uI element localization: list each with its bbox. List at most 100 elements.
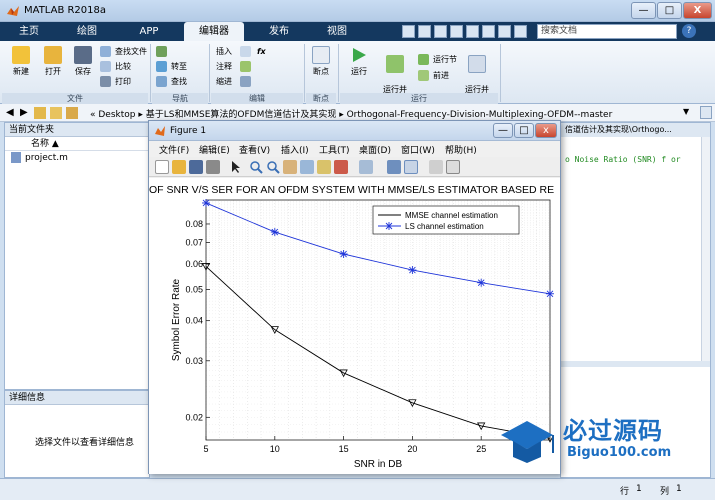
data-point-ls bbox=[408, 266, 417, 275]
back-button[interactable] bbox=[156, 45, 171, 58]
find-button[interactable]: 查找 bbox=[156, 75, 187, 88]
current-path[interactable]: « Desktop ▸ 基于LS和MMSE算法的OFDM信道估计及其实现 ▸ O… bbox=[90, 107, 612, 120]
help-icon[interactable]: ? bbox=[682, 24, 696, 38]
colorbar-icon[interactable] bbox=[387, 160, 401, 174]
hide-tools-icon[interactable] bbox=[429, 160, 443, 174]
figure-minimize-button[interactable]: — bbox=[493, 123, 513, 138]
tab-publish[interactable]: 发布 bbox=[254, 22, 304, 41]
panel-divider[interactable] bbox=[561, 361, 710, 367]
quick-redo-icon[interactable] bbox=[482, 25, 495, 38]
show-tools-icon[interactable] bbox=[446, 160, 460, 174]
goto-button[interactable]: 转至 bbox=[156, 60, 187, 73]
compare-label: 比较 bbox=[115, 62, 131, 71]
tab-editor[interactable]: 编辑器 bbox=[184, 22, 244, 41]
breakpoints-button[interactable]: 断点 bbox=[306, 46, 336, 77]
quick-help-icon[interactable] bbox=[514, 25, 527, 38]
save-figure-icon[interactable] bbox=[189, 160, 203, 174]
quick-switch-icon[interactable] bbox=[498, 25, 511, 38]
quick-paste-icon[interactable] bbox=[450, 25, 463, 38]
find-files-icon bbox=[100, 46, 111, 57]
quick-save-icon[interactable] bbox=[402, 25, 415, 38]
run-group-label: 运行 bbox=[340, 93, 498, 104]
zoom-in-icon[interactable] bbox=[249, 160, 263, 174]
new-figure-icon[interactable] bbox=[155, 160, 169, 174]
editor-ribbon: 新建 打开 保存 查找文件 比较 打印 文件 转至 查找 导航 插入 注释 缩进… bbox=[0, 41, 715, 105]
find-files-button[interactable]: 查找文件 bbox=[100, 45, 147, 58]
up-folder-icon[interactable] bbox=[34, 107, 46, 119]
zoom-out-icon[interactable] bbox=[266, 160, 280, 174]
ribbon-separator bbox=[150, 44, 151, 102]
goto-icon bbox=[156, 61, 167, 72]
editor-scrollbar[interactable] bbox=[701, 137, 710, 361]
compare-button[interactable]: 比较 bbox=[100, 60, 131, 73]
menu-help[interactable]: 帮助(H) bbox=[445, 143, 477, 156]
browse-folder-icon[interactable] bbox=[50, 107, 62, 119]
tab-view[interactable]: 视图 bbox=[312, 22, 362, 41]
brush-icon[interactable] bbox=[334, 160, 348, 174]
comment-button[interactable]: 注释 bbox=[214, 60, 232, 73]
forward-icon[interactable]: ▶ bbox=[20, 107, 28, 118]
legend-icon[interactable] bbox=[404, 160, 418, 174]
data-point-ls bbox=[477, 278, 486, 287]
file-group-label: 文件 bbox=[2, 93, 148, 104]
insert-fx-button[interactable]: fx bbox=[240, 45, 266, 58]
data-point-ls bbox=[339, 250, 348, 259]
menu-file[interactable]: 文件(F) bbox=[159, 143, 189, 156]
row-value: 1 bbox=[636, 484, 642, 494]
x-tick-label: 5 bbox=[203, 444, 208, 454]
search-input[interactable]: 搜索文档 bbox=[537, 24, 677, 39]
pan-icon[interactable] bbox=[283, 160, 297, 174]
tab-home[interactable]: 主页 bbox=[4, 22, 54, 41]
menu-tools[interactable]: 工具(T) bbox=[319, 143, 350, 156]
edit-plot-icon[interactable] bbox=[229, 160, 243, 174]
x-tick-label: 15 bbox=[339, 444, 349, 454]
open-file-icon[interactable] bbox=[172, 160, 186, 174]
y-axis-label: Symbol Error Rate bbox=[171, 278, 182, 361]
indent-tools[interactable] bbox=[240, 75, 255, 88]
name-column-header[interactable]: 名称 ▲ bbox=[5, 137, 149, 151]
print-icon bbox=[100, 76, 111, 87]
tab-plots[interactable]: 绘图 bbox=[62, 22, 112, 41]
indent-button[interactable]: 缩进 bbox=[214, 75, 232, 88]
menu-window[interactable]: 窗口(W) bbox=[401, 143, 435, 156]
print-button[interactable]: 打印 bbox=[100, 75, 131, 88]
run-section-button[interactable]: 运行节 bbox=[418, 53, 457, 66]
close-button[interactable]: X bbox=[683, 2, 712, 19]
maximize-button[interactable]: □ bbox=[657, 2, 682, 19]
quick-copy-icon[interactable] bbox=[434, 25, 447, 38]
ribbon-separator bbox=[209, 44, 210, 102]
quick-cut-icon[interactable] bbox=[418, 25, 431, 38]
save-button[interactable]: 保存 bbox=[68, 46, 98, 77]
menu-view[interactable]: 查看(V) bbox=[239, 143, 270, 156]
back-icon[interactable]: ◀ bbox=[6, 107, 14, 118]
file-row[interactable]: project.m bbox=[5, 151, 149, 165]
folder-icon[interactable] bbox=[66, 107, 78, 119]
rotate-icon[interactable] bbox=[300, 160, 314, 174]
advance-button[interactable]: 前进 bbox=[418, 69, 449, 82]
comment-tools[interactable] bbox=[240, 60, 255, 73]
minimize-button[interactable]: — bbox=[631, 2, 656, 19]
path-search-icon[interactable] bbox=[700, 106, 712, 119]
new-button[interactable]: 新建 bbox=[6, 46, 36, 77]
open-button[interactable]: 打开 bbox=[38, 46, 68, 77]
print-figure-icon[interactable] bbox=[206, 160, 220, 174]
data-cursor-icon[interactable] bbox=[317, 160, 331, 174]
nav-group-label: 导航 bbox=[152, 93, 208, 104]
tab-apps[interactable]: APP bbox=[124, 22, 174, 41]
figure-maximize-button[interactable]: □ bbox=[514, 123, 534, 138]
run-section-label: 运行节 bbox=[433, 55, 457, 64]
quick-undo-icon[interactable] bbox=[466, 25, 479, 38]
menu-insert[interactable]: 插入(I) bbox=[281, 143, 309, 156]
figure-close-button[interactable]: x bbox=[535, 123, 557, 138]
y-tick-label: 0.05 bbox=[185, 285, 203, 295]
folder-icon bbox=[44, 46, 62, 64]
insert-cell-icon bbox=[240, 46, 251, 57]
breakpoints-label: 断点 bbox=[313, 67, 329, 76]
ribbon-separator bbox=[338, 44, 339, 102]
path-dropdown-icon[interactable]: ▼ bbox=[683, 107, 689, 116]
menu-edit[interactable]: 编辑(E) bbox=[199, 143, 230, 156]
run-button[interactable]: 运行 bbox=[344, 46, 374, 77]
insert-button[interactable]: 插入 bbox=[214, 45, 232, 58]
menu-desktop[interactable]: 桌面(D) bbox=[359, 143, 391, 156]
link-plot-icon[interactable] bbox=[359, 160, 373, 174]
